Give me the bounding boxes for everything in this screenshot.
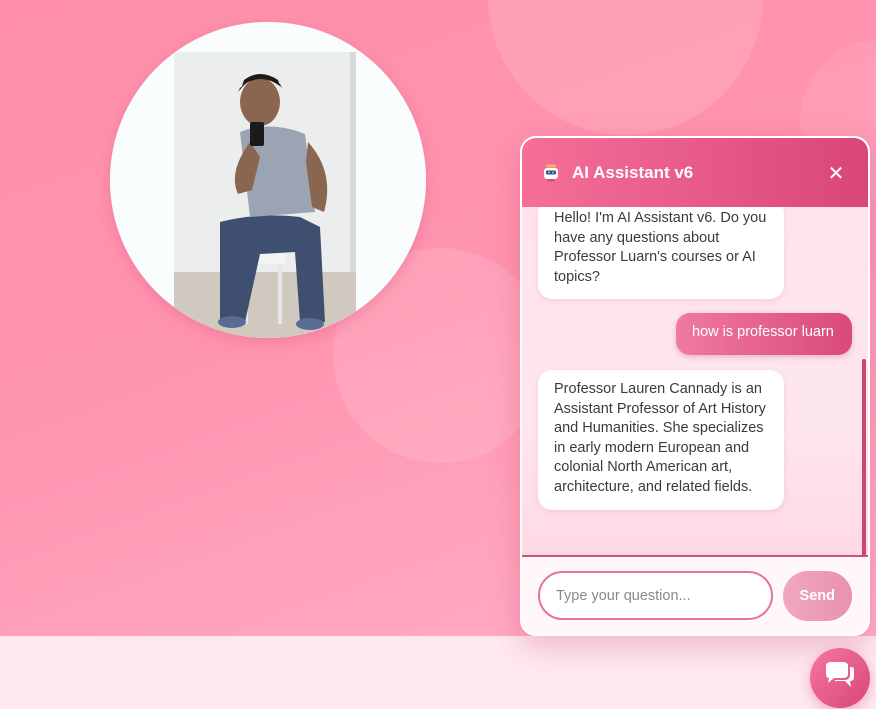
- chat-title: AI Assistant v6: [572, 162, 694, 182]
- chat-launcher-button[interactable]: [810, 648, 870, 708]
- profile-photo: [110, 22, 426, 338]
- input-bar: Send: [522, 557, 868, 634]
- user-message: how is professor luarn: [676, 313, 852, 355]
- robot-icon: [542, 164, 560, 182]
- question-input[interactable]: [538, 571, 773, 620]
- scrollbar[interactable]: [862, 359, 866, 555]
- chat-widget: AI Assistant v6 ✕ Hello! I'm AI Assistan…: [520, 136, 870, 636]
- bot-message: Professor Lauren Cannady is an Assistant…: [538, 369, 784, 510]
- bot-message: Hello! I'm AI Assistant v6. Do you have …: [538, 207, 784, 300]
- chat-bubbles-icon: [823, 661, 857, 695]
- send-button[interactable]: Send: [782, 570, 852, 621]
- message-list[interactable]: Hello! I'm AI Assistant v6. Do you have …: [522, 207, 868, 555]
- page-footer: [0, 636, 876, 709]
- close-icon[interactable]: ✕: [824, 161, 848, 185]
- chat-header: AI Assistant v6 ✕: [522, 138, 868, 207]
- decorative-circle: [488, 0, 763, 135]
